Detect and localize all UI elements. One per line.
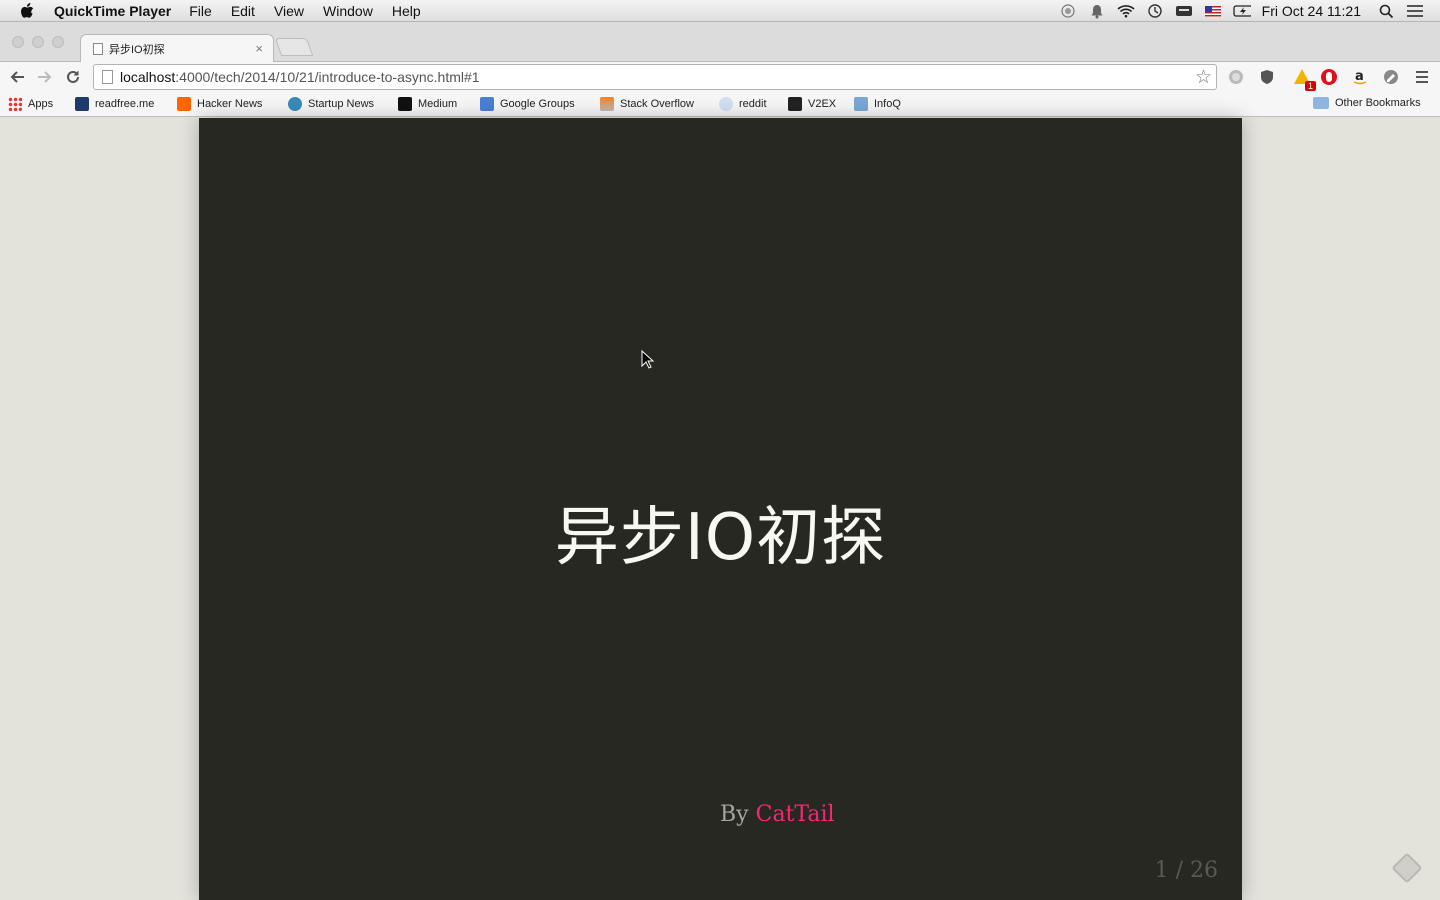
alert-extension-icon[interactable]: 1 — [1290, 67, 1316, 91]
medium-icon — [398, 97, 412, 111]
menu-edit[interactable]: Edit — [231, 3, 255, 19]
bookmark-v2ex[interactable]: V2EX — [788, 97, 836, 111]
bookmark-label: Medium — [418, 98, 458, 110]
bookmark-label: Other Bookmarks — [1335, 97, 1421, 109]
bookmark-label: InfoQ — [874, 98, 901, 110]
mouse-cursor-icon — [641, 349, 655, 375]
bookmarks-bar: Apps readfree.me Hacker News Startup New… — [0, 92, 1440, 117]
bookmark-label: Apps — [28, 98, 54, 110]
bookmark-stack-overflow[interactable]: Stack Overflow — [600, 97, 694, 111]
bookmark-infoq[interactable]: InfoQ — [854, 97, 901, 111]
author-link[interactable]: CatTail — [756, 802, 835, 827]
chrome-menu-icon[interactable] — [1412, 67, 1432, 87]
hacker-news-icon — [177, 97, 191, 111]
globe-extension-icon[interactable] — [1226, 67, 1246, 87]
window-close-button[interactable] — [12, 36, 24, 48]
bookmark-label: Stack Overflow — [620, 98, 694, 110]
url-host: localhost — [120, 69, 176, 85]
bookmark-google-groups[interactable]: Google Groups — [480, 97, 575, 111]
browser-tab[interactable]: 异步IO初探 × — [80, 34, 274, 62]
bookmark-label: V2EX — [808, 98, 837, 110]
apple-icon[interactable] — [20, 2, 40, 19]
menu-view[interactable]: View — [274, 3, 304, 19]
keyboard-icon[interactable] — [1175, 3, 1193, 19]
infoq-icon — [854, 97, 868, 111]
back-arrow-icon[interactable] — [6, 66, 28, 88]
new-tab-button[interactable] — [274, 38, 314, 56]
notification-center-icon[interactable] — [1406, 3, 1424, 19]
url-path: :4000/tech/2014/10/21/introduce-to-async… — [175, 69, 480, 85]
bookmark-reddit[interactable]: reddit — [719, 97, 767, 111]
tab-title: 异步IO初探 — [109, 43, 165, 56]
reddit-icon — [719, 97, 733, 111]
app-name-menu[interactable]: QuickTime Player — [54, 3, 171, 19]
other-bookmarks-folder[interactable]: Other Bookmarks — [1313, 97, 1421, 109]
window-minimize-button[interactable] — [32, 36, 44, 48]
menu-help[interactable]: Help — [392, 3, 421, 19]
slide-byline: By CatTail — [720, 802, 835, 827]
slide-counter: 1 / 26 — [1154, 858, 1218, 883]
bookmark-label: Google Groups — [500, 98, 575, 110]
notifications-bell-icon[interactable] — [1088, 3, 1106, 19]
readfree-icon — [75, 97, 89, 111]
us-flag-icon[interactable] — [1204, 3, 1222, 19]
bookmark-label: reddit — [739, 98, 767, 110]
stack-overflow-icon — [600, 97, 614, 111]
menu-bar: QuickTime Player File Edit View Window H… — [0, 0, 1440, 22]
pen-extension-icon[interactable] — [1381, 67, 1401, 87]
spotlight-search-icon[interactable] — [1377, 3, 1395, 19]
extension-badge: 1 — [1304, 81, 1316, 91]
startup-news-icon — [288, 97, 302, 111]
folder-icon — [1313, 97, 1329, 109]
window-zoom-button[interactable] — [52, 36, 64, 48]
menu-file[interactable]: File — [189, 3, 212, 19]
menubar-clock[interactable]: Fri Oct 24 11:21 — [1262, 3, 1361, 19]
bookmark-label: readfree.me — [95, 98, 155, 110]
adblock-stop-icon[interactable] — [1319, 67, 1339, 87]
address-bar[interactable]: localhost:4000/tech/2014/10/21/introduce… — [93, 64, 1217, 90]
byline-prefix: By — [720, 802, 749, 827]
bookmark-hacker-news[interactable]: Hacker News — [177, 97, 262, 111]
bookmark-label: Startup News — [308, 98, 375, 110]
bookmark-label: Hacker News — [197, 98, 263, 110]
corner-tag-icon[interactable] — [1391, 852, 1423, 884]
amazon-icon[interactable]: a — [1350, 67, 1370, 87]
apps-grid-icon — [8, 97, 22, 111]
tab-close-icon[interactable]: × — [255, 41, 263, 56]
page-icon — [93, 42, 103, 55]
bookmark-startup-news[interactable]: Startup News — [288, 97, 374, 111]
bookmark-medium[interactable]: Medium — [398, 97, 457, 111]
screen-record-icon[interactable] — [1059, 3, 1077, 19]
presentation-slide[interactable]: 异步IO初探 By CatTail 1 / 26 — [199, 118, 1242, 900]
slide-title: 异步IO初探 — [554, 501, 887, 575]
page-icon — [102, 70, 113, 84]
time-machine-icon[interactable] — [1146, 3, 1164, 19]
battery-icon[interactable] — [1233, 3, 1251, 19]
shield-extension-icon[interactable] — [1257, 67, 1277, 87]
v2ex-icon — [788, 97, 802, 111]
forward-arrow-icon[interactable] — [34, 66, 56, 88]
bookmark-star-icon[interactable]: ☆ — [1195, 66, 1212, 89]
svg-text:a: a — [1355, 69, 1364, 84]
bookmark-readfree[interactable]: readfree.me — [75, 97, 154, 111]
bookmark-apps[interactable]: Apps — [8, 97, 53, 111]
menu-window[interactable]: Window — [323, 3, 373, 19]
reload-icon[interactable] — [62, 66, 84, 88]
google-groups-icon — [480, 97, 494, 111]
wifi-icon[interactable] — [1117, 3, 1135, 19]
